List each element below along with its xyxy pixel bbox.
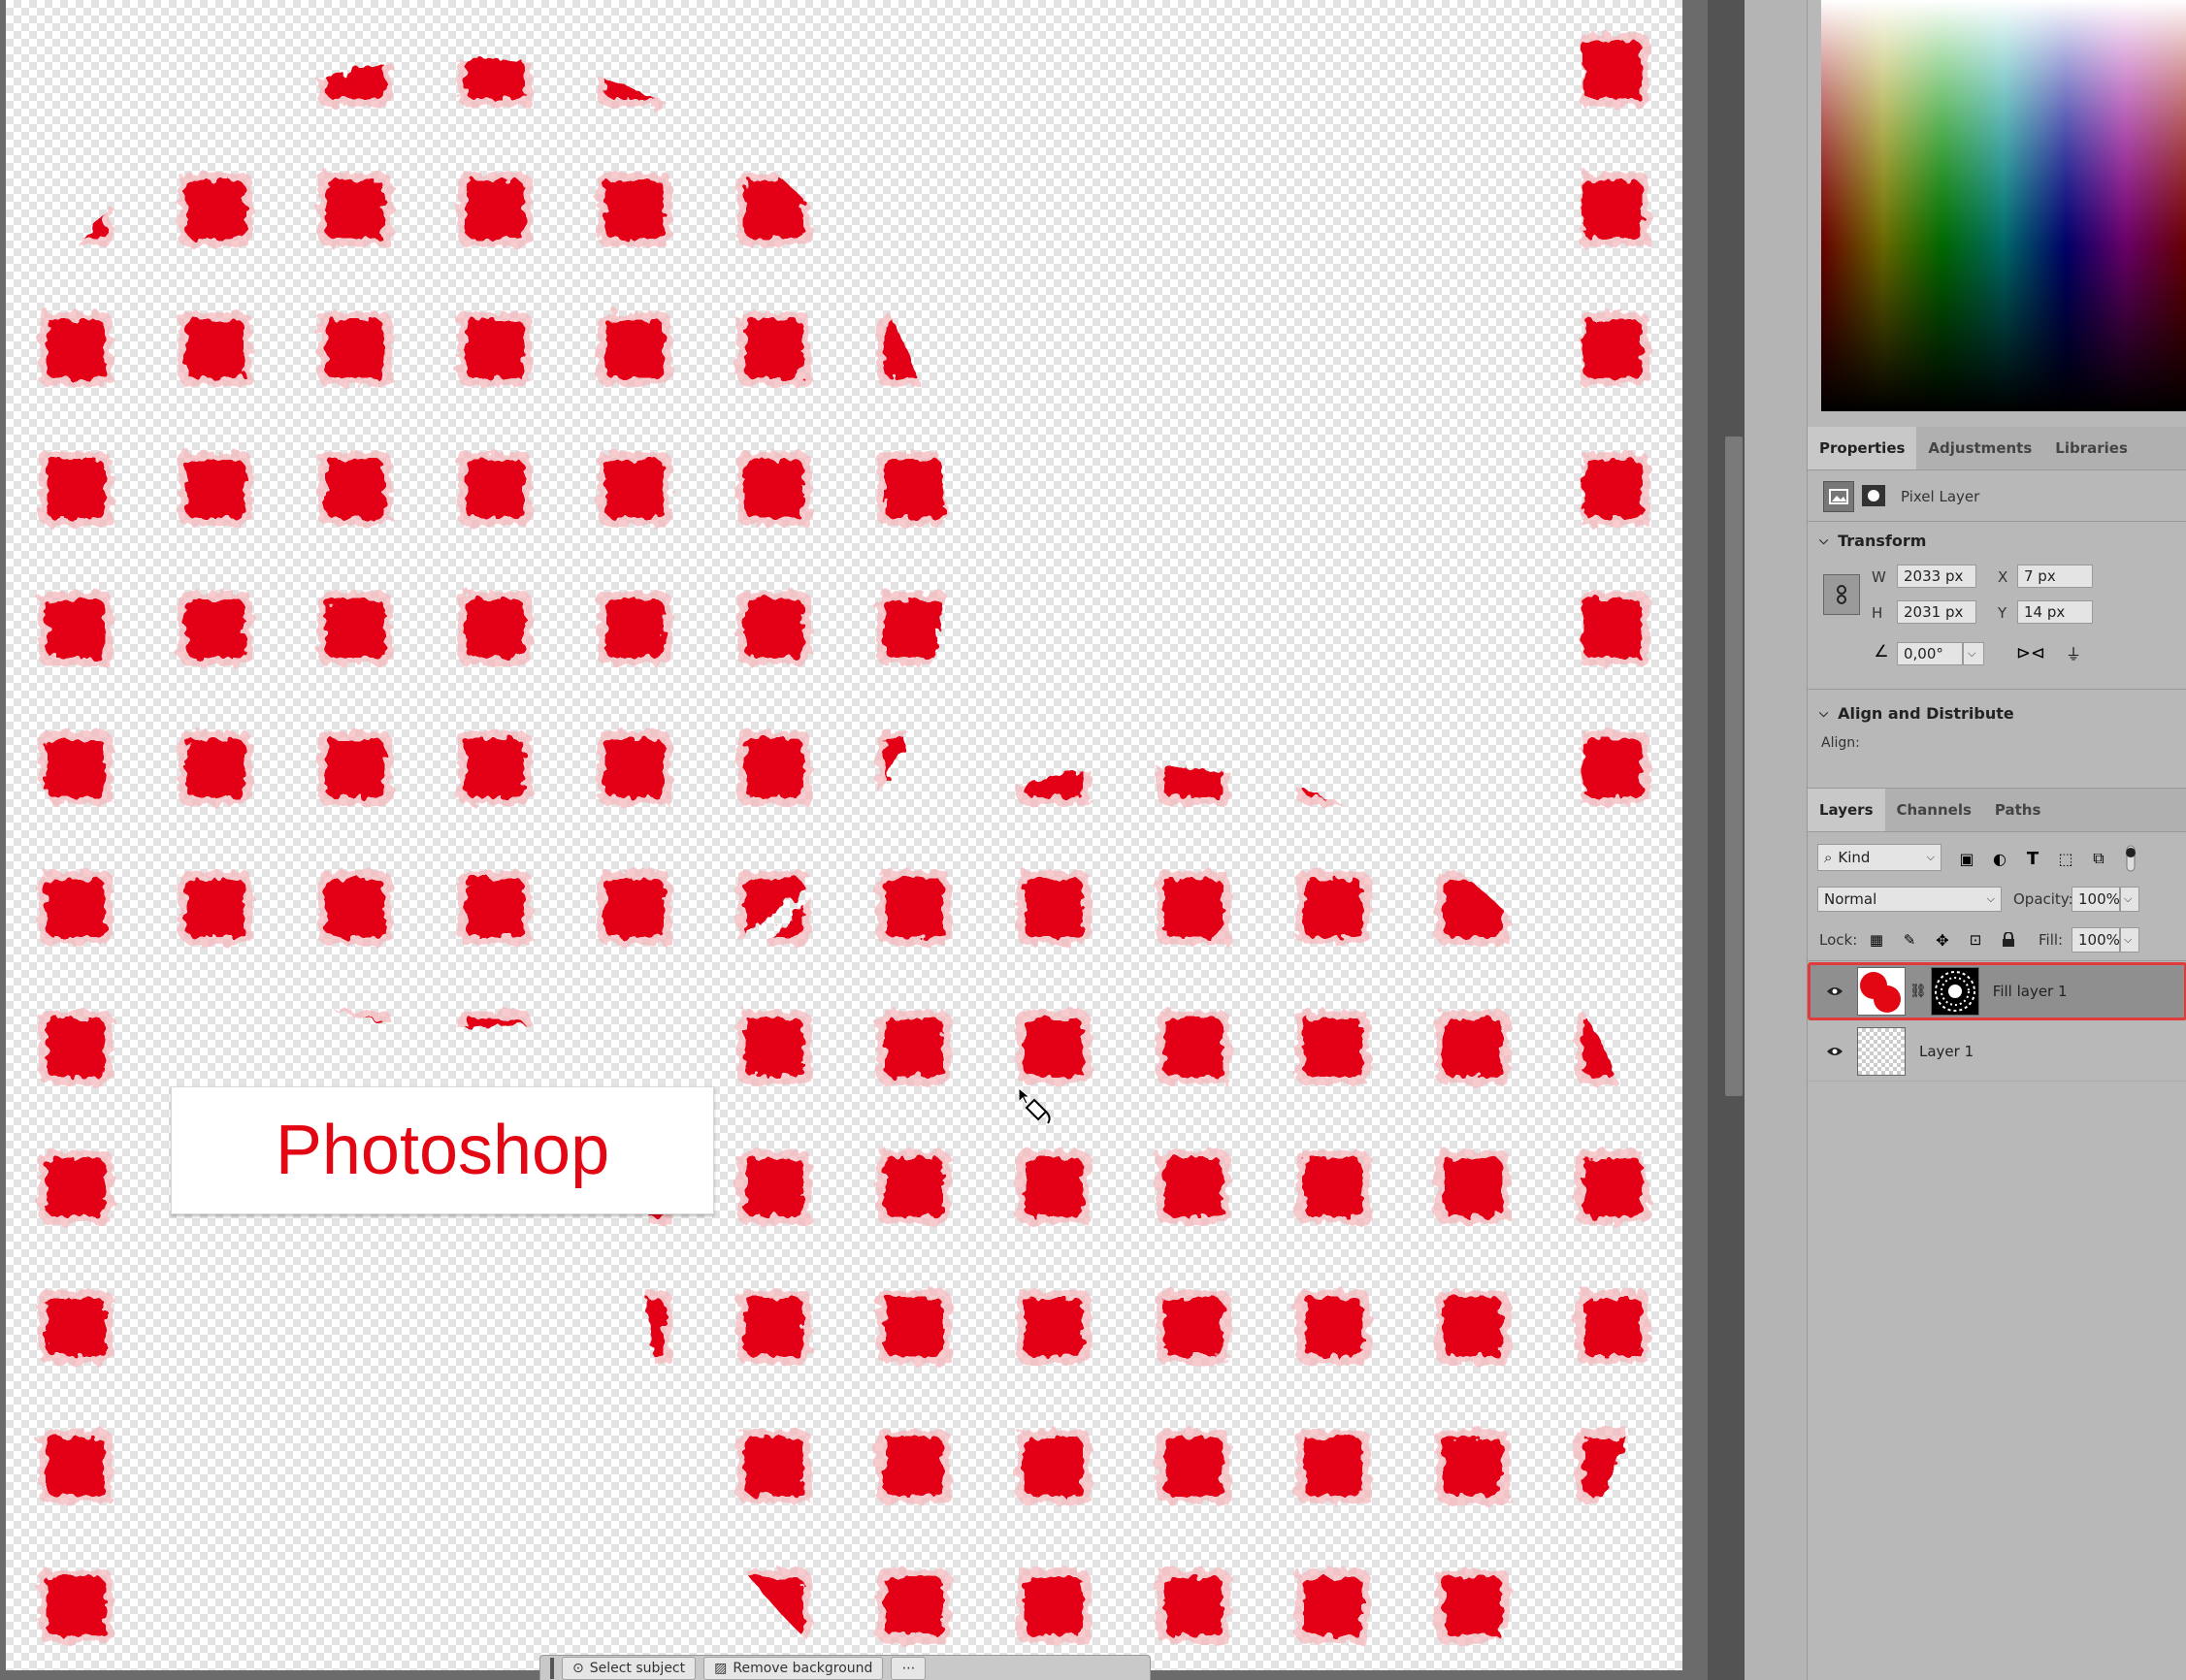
filter-kind-label: Kind xyxy=(1838,849,1871,866)
layer-name: Fill layer 1 xyxy=(1992,983,2068,1000)
tab-properties[interactable]: Properties xyxy=(1808,427,1917,469)
more-options-icon: ⋯ xyxy=(901,1660,916,1676)
divider xyxy=(1808,521,2186,522)
chevron-down-icon: ⌵ xyxy=(1819,533,1829,547)
opacity-label: Opacity: xyxy=(2013,890,2073,908)
properties-layer-header: Pixel Layer xyxy=(1808,477,2186,518)
y-position-field[interactable]: 14 px xyxy=(2017,600,2093,624)
filter-type-icon[interactable]: T xyxy=(2021,848,2044,869)
fill-dropdown[interactable]: ⌵ xyxy=(2120,927,2139,953)
layer-row-layer-1[interactable]: Layer 1 xyxy=(1808,1022,2186,1082)
document-canvas[interactable]: Photoshop xyxy=(6,0,1682,1670)
filter-kind-dropdown[interactable]: ⌕ Kind ⌵ xyxy=(1817,844,1941,871)
tab-adjustments[interactable]: Adjustments xyxy=(1916,427,2043,469)
y-label: Y xyxy=(1998,604,2007,622)
chevron-down-icon: ⌵ xyxy=(1926,851,1935,863)
flip-horizontal-icon[interactable]: ⊳⊲ xyxy=(2016,642,2045,663)
select-subject-button[interactable]: ⊙ Select subject xyxy=(562,1656,697,1680)
filter-toggle-icon[interactable] xyxy=(2124,844,2137,873)
layer-thumbnail xyxy=(1857,967,1906,1016)
paint-bucket-cursor-icon xyxy=(1018,1086,1051,1124)
canvas-area[interactable]: Photoshop ⊙ Select subject ▨ Remove back… xyxy=(0,0,1727,1680)
remove-background-icon: ▨ xyxy=(714,1660,728,1676)
opacity-dropdown[interactable]: ⌵ xyxy=(2120,887,2139,912)
fill-label: Fill: xyxy=(2039,931,2064,949)
tab-paths[interactable]: Paths xyxy=(1983,789,2053,831)
layer-mask-icon[interactable] xyxy=(1862,485,1885,506)
lock-all-icon[interactable] xyxy=(1998,929,2019,951)
align-label: Align: xyxy=(1821,735,1860,751)
lock-artboard-icon[interactable]: ⊡ xyxy=(1965,929,1986,951)
flip-vertical-icon[interactable]: ⏚ xyxy=(2062,642,2085,663)
search-icon: ⌕ xyxy=(1824,849,1833,866)
layer-mask-thumbnail[interactable] xyxy=(1930,967,1979,1016)
tab-layers[interactable]: Layers xyxy=(1808,789,1885,831)
filter-adjustment-icon[interactable]: ◐ xyxy=(1988,848,2011,869)
tab-channels[interactable]: Channels xyxy=(1885,789,1983,831)
task-bar-handle[interactable] xyxy=(550,1657,554,1679)
layer-name: Layer 1 xyxy=(1919,1043,1974,1060)
lock-row: Lock: ▦ ✎ ✥ ⊡ Fill: 100% ⌵ xyxy=(1808,923,2186,956)
blend-row: Normal ⌵ Opacity: 100% ⌵ xyxy=(1808,883,2186,916)
link-icon[interactable]: ⛓ xyxy=(1909,984,1927,999)
width-field[interactable]: 2033 px xyxy=(1897,565,1976,588)
contextual-task-bar: ⊙ Select subject ▨ Remove background ⋯ xyxy=(539,1655,1151,1680)
eye-icon[interactable] xyxy=(1824,1046,1845,1057)
fill-pattern xyxy=(6,0,1682,1670)
layer-filter-row: ⌕ Kind ⌵ ▣ ◐ T ⬚ ⧉ xyxy=(1808,840,2186,875)
task-bar-more-button[interactable]: ⋯ xyxy=(891,1656,927,1680)
lock-transparency-icon[interactable]: ▦ xyxy=(1866,929,1887,951)
transform-section: ⌵ Transform W 2033 px X 7 px H 2031 px Y… xyxy=(1808,530,2186,685)
transform-header[interactable]: ⌵ Transform xyxy=(1808,530,2186,551)
blend-mode-label: Normal xyxy=(1824,890,1877,908)
h-label: H xyxy=(1872,604,1883,622)
layer-type-label: Pixel Layer xyxy=(1901,488,1980,505)
properties-tab-bar: Properties Adjustments Libraries xyxy=(1808,427,2186,470)
blend-mode-dropdown[interactable]: Normal ⌵ xyxy=(1817,887,2002,912)
link-dimensions-icon[interactable] xyxy=(1823,574,1860,615)
align-section: ⌵ Align and Distribute Align: xyxy=(1808,702,2186,770)
w-label: W xyxy=(1872,568,1886,586)
x-position-field[interactable]: 7 px xyxy=(2017,565,2093,588)
right-panel-dock: Properties Adjustments Libraries Pixel L… xyxy=(1807,0,2186,1680)
pixel-layer-icon[interactable] xyxy=(1823,481,1854,512)
angle-icon: ∠ xyxy=(1874,642,1889,662)
align-header[interactable]: ⌵ Align and Distribute xyxy=(1808,702,2186,724)
remove-background-button[interactable]: ▨ Remove background xyxy=(703,1656,884,1680)
height-field[interactable]: 2031 px xyxy=(1897,600,1976,624)
photoshop-text-box[interactable]: Photoshop xyxy=(171,1086,714,1214)
layers-tab-bar: Layers Channels Paths xyxy=(1808,788,2186,832)
panel-gutter xyxy=(1745,0,1807,1680)
canvas-vertical-scrollbar-thumb[interactable] xyxy=(1725,436,1743,1096)
photoshop-text: Photoshop xyxy=(275,1112,610,1189)
filter-pixel-icon[interactable]: ▣ xyxy=(1955,848,1978,869)
divider xyxy=(1808,689,2186,690)
chevron-down-icon: ⌵ xyxy=(1986,892,1995,905)
divider xyxy=(1808,960,2186,961)
lock-position-move-icon[interactable]: ✥ xyxy=(1932,929,1953,951)
lock-label: Lock: xyxy=(1819,931,1858,949)
eye-icon[interactable] xyxy=(1824,985,1845,997)
layer-row-fill-layer-1[interactable]: ⛓ Fill layer 1 xyxy=(1808,962,2186,1020)
opacity-field[interactable]: 100% xyxy=(2072,887,2120,912)
select-subject-icon: ⊙ xyxy=(572,1660,584,1676)
fill-field[interactable]: 100% xyxy=(2072,927,2120,953)
select-subject-label: Select subject xyxy=(589,1660,686,1676)
lock-pixels-brush-icon[interactable]: ✎ xyxy=(1899,929,1920,951)
filter-shape-icon[interactable]: ⬚ xyxy=(2054,848,2077,869)
color-spectrum-picker[interactable] xyxy=(1821,0,2186,411)
x-label: X xyxy=(1998,568,2008,586)
remove-background-label: Remove background xyxy=(733,1660,873,1676)
angle-dropdown[interactable]: ⌵ xyxy=(1963,642,1984,665)
align-title: Align and Distribute xyxy=(1838,703,2014,723)
tab-libraries[interactable]: Libraries xyxy=(2043,427,2139,469)
transform-title: Transform xyxy=(1838,531,1927,550)
layer-thumbnail xyxy=(1857,1027,1906,1076)
angle-field[interactable]: 0,00° xyxy=(1897,642,1963,665)
filter-smart-object-icon[interactable]: ⧉ xyxy=(2087,848,2110,869)
chevron-down-icon: ⌵ xyxy=(1819,705,1829,720)
